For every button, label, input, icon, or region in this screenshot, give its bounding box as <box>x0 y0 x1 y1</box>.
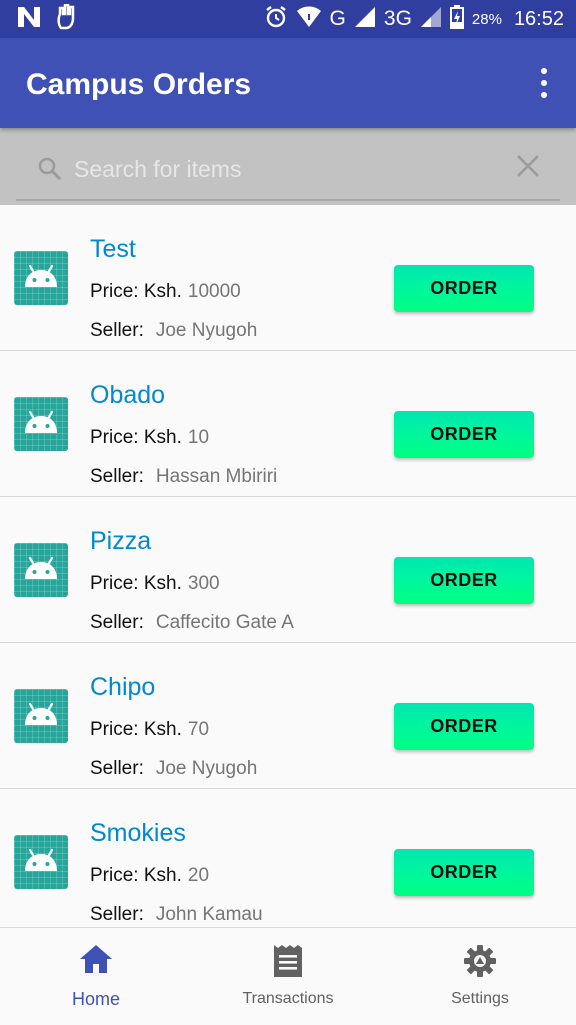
alarm-icon <box>264 5 288 34</box>
n-notification-icon <box>16 5 42 34</box>
item-price: 300 <box>187 573 220 594</box>
order-button[interactable]: ORDER <box>394 411 534 458</box>
android-icon <box>25 848 57 871</box>
item-seller: Joe Nyugoh <box>155 320 258 341</box>
nav-label-settings: Settings <box>451 990 509 1007</box>
price-label: Price: Ksh. <box>90 573 182 594</box>
seller-label: Seller: <box>90 904 144 925</box>
clock: 16:52 <box>513 7 564 30</box>
app-bar: Campus Orders <box>0 38 576 128</box>
gear-icon <box>463 944 497 983</box>
search-icon <box>38 157 62 186</box>
search-underline <box>16 199 560 201</box>
order-button[interactable]: ORDER <box>394 703 534 750</box>
signal-icon <box>354 6 376 33</box>
item-price: 10 <box>187 427 210 448</box>
android-icon <box>25 702 57 725</box>
nav-home[interactable]: Home <box>0 928 192 1025</box>
android-icon <box>25 410 57 433</box>
close-icon[interactable] <box>514 152 542 180</box>
app-title: Campus Orders <box>26 68 252 101</box>
list-item[interactable]: Pizza Price: Ksh. 300 Seller: Caffecito Ga… <box>0 497 576 643</box>
item-price-row: Price: Ksh. 20 <box>90 865 209 887</box>
nav-label-home: Home <box>71 989 120 1009</box>
list-item[interactable]: Obado Price: Ksh. 10 Seller: Hassan Mbirir… <box>0 351 576 497</box>
list-item[interactable]: Chipo Price: Ksh. 70 Seller: Joe Nyugoh OR… <box>0 643 576 789</box>
search-input[interactable] <box>72 150 496 188</box>
item-price-row: Price: Ksh. 10 <box>90 427 209 449</box>
android-thumbnail <box>14 397 68 451</box>
price-label: Price: Ksh. <box>90 427 182 448</box>
home-icon <box>79 944 113 979</box>
item-seller: Hassan Mbiriri <box>155 466 278 487</box>
item-price: 70 <box>187 719 210 740</box>
nav-settings[interactable]: Settings <box>384 928 576 1025</box>
android-thumbnail <box>14 543 68 597</box>
android-icon <box>25 264 57 287</box>
android-icon <box>25 556 57 579</box>
price-label: Price: Ksh. <box>90 719 182 740</box>
price-label: Price: Ksh. <box>90 281 182 302</box>
item-price: 20 <box>187 865 210 886</box>
item-price-row: Price: Ksh. 70 <box>90 719 209 741</box>
item-seller-row: Seller: Joe Nyugoh <box>90 758 257 780</box>
item-seller: John Kamau <box>155 904 263 925</box>
seller-label: Seller: <box>90 612 144 633</box>
battery-charging-icon <box>449 4 464 34</box>
nav-label-transactions: Transactions <box>242 990 334 1007</box>
list-item[interactable]: Smokies Price: Ksh. 20 Seller: John Kamau … <box>0 789 576 927</box>
item-seller-row: Seller: John Kamau <box>90 904 263 926</box>
network-type: G <box>329 7 346 30</box>
item-price: 10000 <box>187 281 241 302</box>
seller-label: Seller: <box>90 758 144 779</box>
price-label: Price: Ksh. <box>90 865 182 886</box>
item-seller-row: Seller: Hassan Mbiriri <box>90 466 277 488</box>
bottom-navigation: Home Transactions Settings <box>0 927 576 1025</box>
item-name: Pizza <box>90 527 152 555</box>
receipt-icon <box>273 944 303 983</box>
nav-transactions[interactable]: Transactions <box>192 928 384 1025</box>
seller-label: Seller: <box>90 466 144 487</box>
item-price-row: Price: Ksh. 10000 <box>90 281 241 303</box>
seller-label: Seller: <box>90 320 144 341</box>
item-price-row: Price: Ksh. 300 <box>90 573 220 595</box>
android-thumbnail <box>14 689 68 743</box>
item-name: Chipo <box>90 673 156 701</box>
wifi-icon <box>296 6 322 33</box>
status-bar: G 3G 28% 16:52 <box>0 0 576 38</box>
order-button[interactable]: ORDER <box>394 849 534 896</box>
order-button[interactable]: ORDER <box>394 557 534 604</box>
item-seller: Caffecito Gate A <box>155 612 294 633</box>
list-item[interactable]: Test Price: Ksh. 10000 Seller: Joe Nyugoh … <box>0 205 576 351</box>
android-thumbnail <box>14 251 68 305</box>
item-list[interactable]: Test Price: Ksh. 10000 Seller: Joe Nyugoh … <box>0 205 576 927</box>
item-name: Smokies <box>90 819 186 847</box>
item-seller: Joe Nyugoh <box>155 758 258 779</box>
item-name: Test <box>90 235 136 263</box>
item-seller-row: Seller: Caffecito Gate A <box>90 612 294 634</box>
overflow-menu-icon[interactable] <box>534 68 554 98</box>
hand-notification-icon <box>56 3 78 35</box>
item-name: Obado <box>90 381 166 409</box>
android-thumbnail <box>14 835 68 889</box>
network-type-2: 3G <box>383 7 412 30</box>
item-seller-row: Seller: Joe Nyugoh <box>90 320 257 342</box>
signal-icon-2 <box>420 6 442 33</box>
battery-percent: 28% <box>471 10 502 28</box>
order-button[interactable]: ORDER <box>394 265 534 312</box>
